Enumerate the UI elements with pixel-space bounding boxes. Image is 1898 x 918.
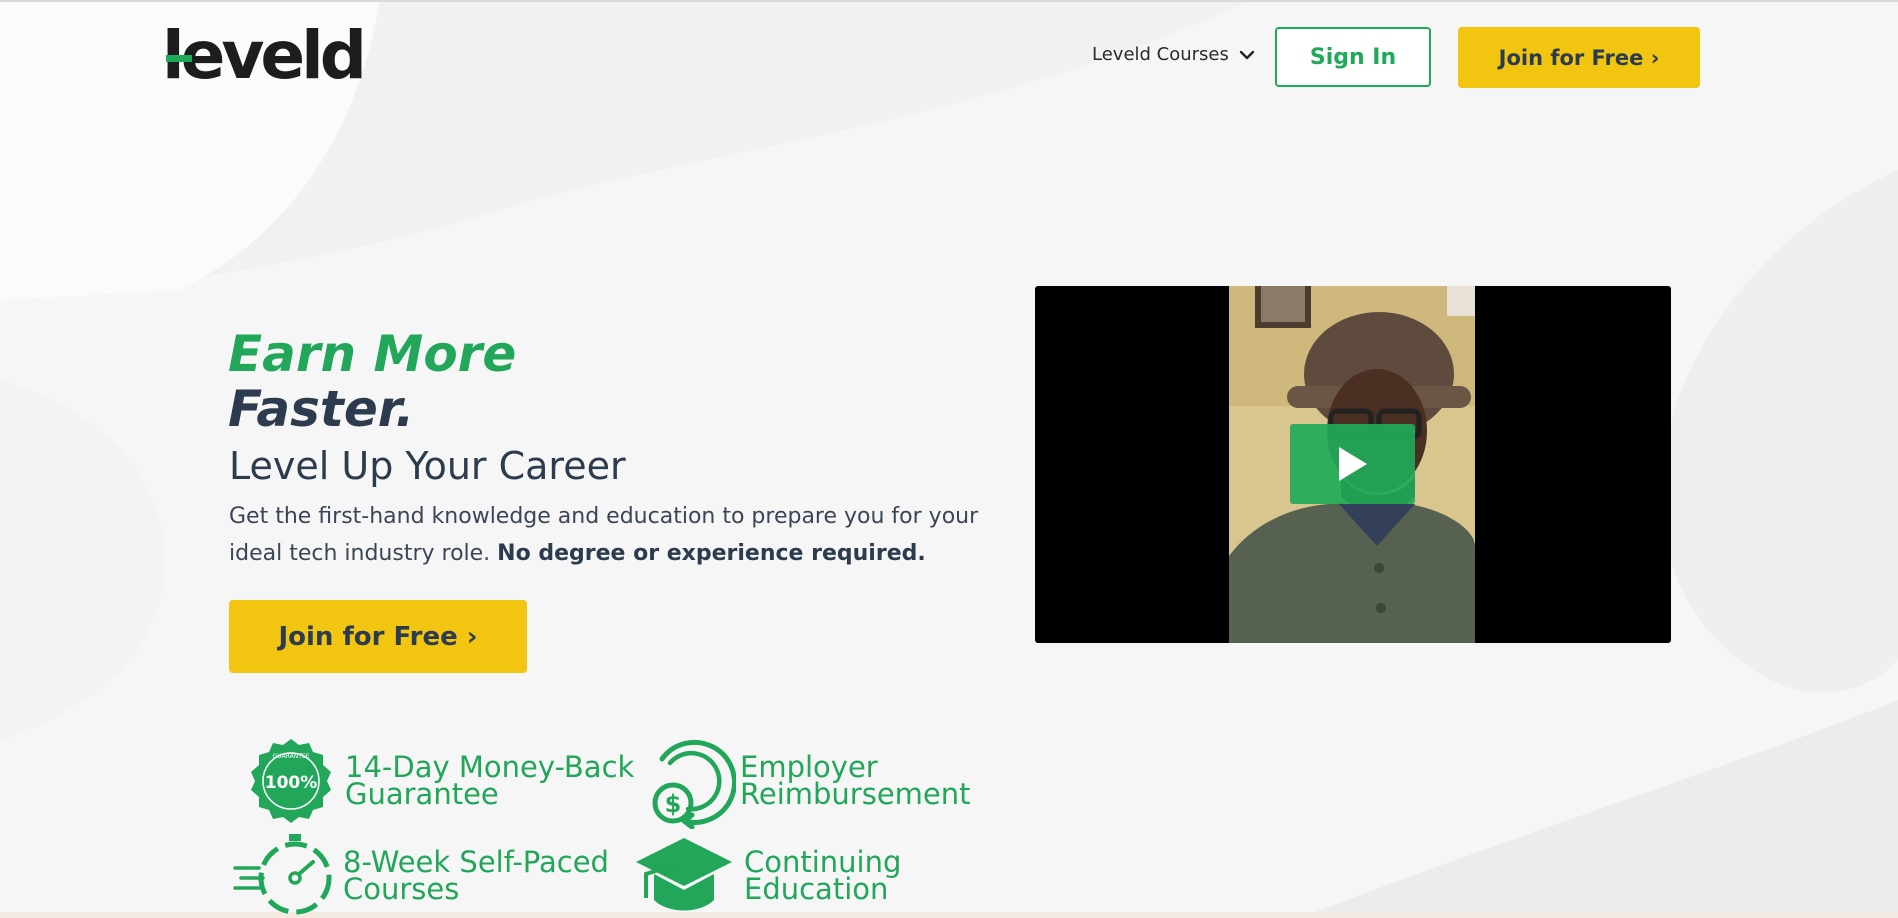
feature-continuing-education: Continuing Education <box>632 834 901 918</box>
dollar-refund-icon: $ <box>652 739 736 829</box>
hero-description: Get the first-hand knowledge and educati… <box>229 498 1019 572</box>
join-free-hero-label: Join for Free › <box>278 621 478 652</box>
chevron-down-icon <box>1239 50 1255 59</box>
svg-text:$: $ <box>665 790 682 818</box>
play-button[interactable] <box>1290 424 1415 504</box>
logo-text: leveld <box>162 17 367 94</box>
join-free-header-button[interactable]: Join for Free › <box>1458 27 1700 88</box>
intro-video-player[interactable] <box>1035 286 1671 643</box>
nav-courses-label: Leveld Courses <box>1092 44 1229 65</box>
hero-description-bold: No degree or experience required. <box>497 541 926 566</box>
join-free-header-label: Join for Free › <box>1498 45 1660 70</box>
stopwatch-icon <box>233 834 332 915</box>
feature-line2: Reimbursement <box>740 777 971 811</box>
top-border <box>0 0 1898 2</box>
seal-percent-text: 100% <box>265 773 318 793</box>
hero-headline-faster: Faster. <box>228 380 415 438</box>
hero-subtitle: Level Up Your Career <box>229 444 626 488</box>
nav-leveld-courses[interactable]: Leveld Courses <box>1092 44 1255 65</box>
graduation-cap-icon <box>636 838 732 911</box>
feature-line2: Education <box>744 872 889 906</box>
sign-in-button[interactable]: Sign In <box>1275 27 1431 87</box>
feature-self-paced-courses: 8-Week Self-Paced Courses <box>233 834 609 918</box>
leveld-logo[interactable]: leveld <box>162 23 367 89</box>
feature-money-back-guarantee: 100% GUARANTEE 14-Day Money-Back Guarant… <box>243 733 634 829</box>
guarantee-seal-icon: 100% GUARANTEE <box>251 739 331 823</box>
feature-employer-reimbursement: $ Employer Reimbursement <box>640 733 971 829</box>
feature-line2: Guarantee <box>345 777 499 811</box>
sign-in-label: Sign In <box>1309 44 1397 70</box>
feature-line2: Courses <box>343 872 460 906</box>
hero-headline-earn-more: Earn More <box>228 325 517 383</box>
join-free-hero-button[interactable]: Join for Free › <box>229 600 527 673</box>
play-icon <box>1338 447 1367 481</box>
seal-ring-text: GUARANTEE <box>273 753 310 760</box>
logo-accent-bar <box>166 55 192 62</box>
